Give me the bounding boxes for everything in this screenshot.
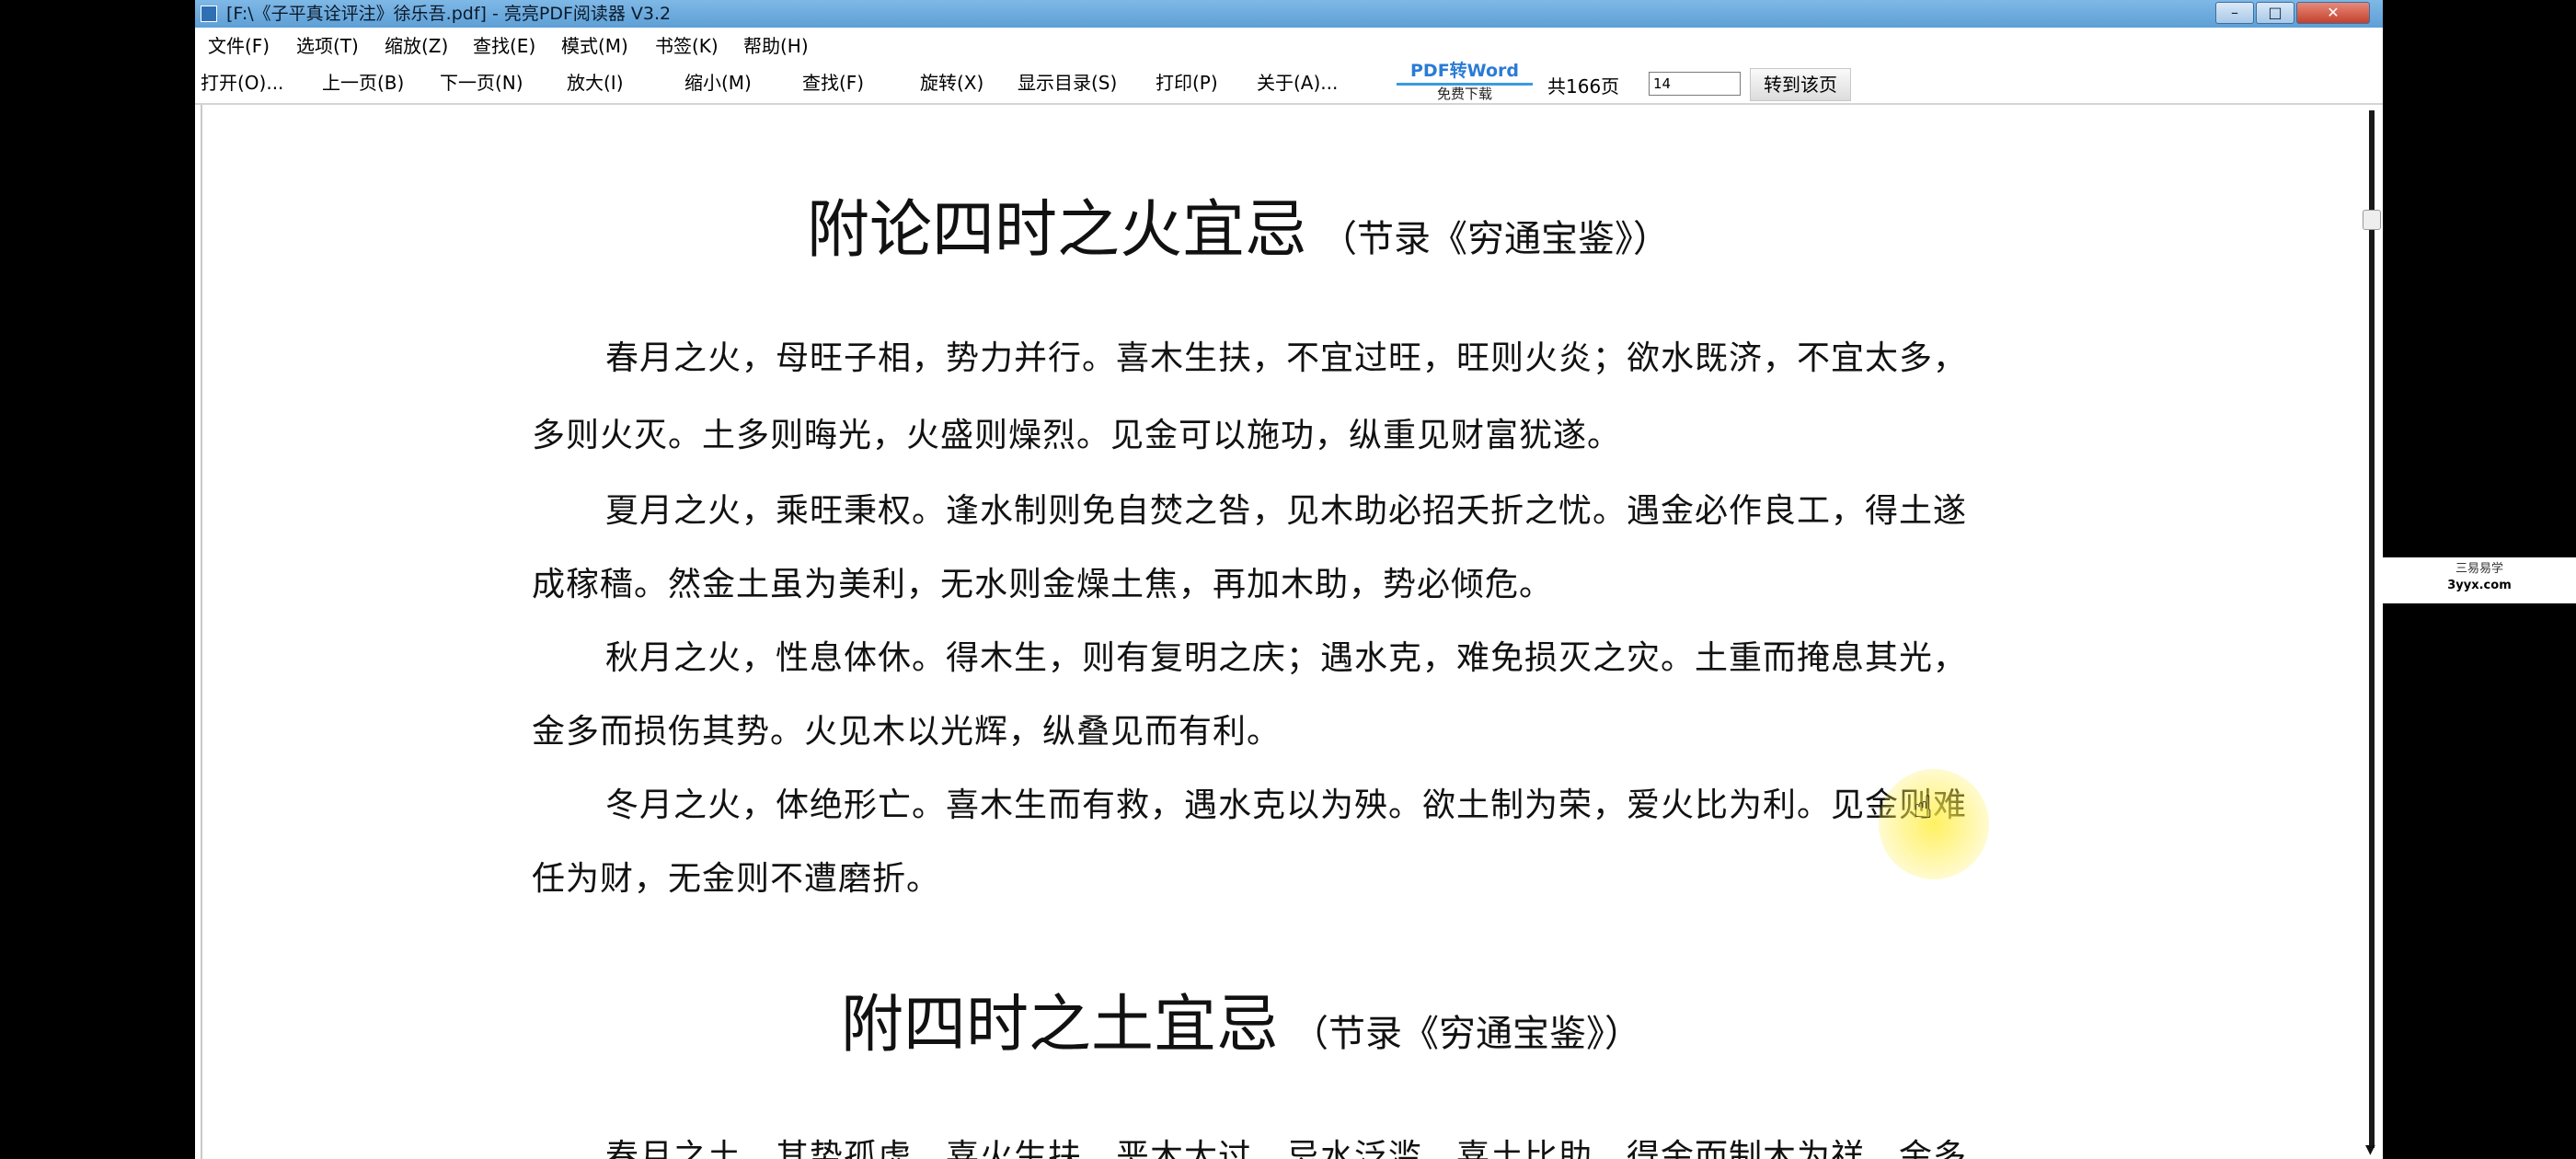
prev-page-button[interactable]: 上一页(B) <box>322 64 404 101</box>
menu-mode[interactable]: 模式(M) <box>561 29 628 63</box>
paragraph-line: 成稼穑。然金土虽为美利，无水则金燥土焦，再加木助，势必倾危。 <box>532 566 1554 603</box>
page-left-border <box>201 105 202 1159</box>
zoom-in-button[interactable]: 放大(I) <box>567 64 624 101</box>
pdf-to-word-button[interactable]: PDF转Word 免费下载 <box>1387 61 1542 107</box>
vertical-scrollbar[interactable]: ▼ <box>2361 105 2383 1159</box>
find-button[interactable]: 查找(F) <box>802 64 864 101</box>
minimize-button[interactable]: – <box>2215 2 2254 24</box>
menu-bar: 文件(F) 选项(T) 缩放(Z) 查找(E) 模式(M) 书签(K) 帮助(H… <box>195 29 2383 63</box>
paragraph-line: 春月之土，其势孤虚。喜火生扶，恶木太过，忌水泛滥，喜土比助。得金而制木为祥，金多 <box>605 1138 1968 1159</box>
page-number-input[interactable] <box>1649 72 1741 96</box>
next-page-button[interactable]: 下一页(N) <box>440 64 523 101</box>
app-icon <box>201 6 217 22</box>
pdf-to-word-label: PDF转Word <box>1410 61 1519 81</box>
hand-cursor-icon: ☝ <box>1914 789 1933 826</box>
heading-earth-subtitle: （节录《穷通宝鉴》） <box>1292 1013 1642 1055</box>
paragraph-line: 任为财，无金则不遭磨折。 <box>532 860 941 898</box>
scrollbar-track[interactable] <box>2369 110 2375 1148</box>
cursor-highlight <box>1879 769 1989 879</box>
paragraph-line: 春月之火，母旺子相，势力并行。喜木生扶，不宜过旺，旺则火炎；欲水既济，不宜太多， <box>605 339 1968 377</box>
watermark: 三易易学 3yyx.com <box>2383 557 2576 603</box>
close-button[interactable]: ✕ <box>2296 2 2370 24</box>
document-view[interactable]: 附论四时之火宜忌 （节录《穷通宝鉴》） 春月之火，母旺子相，势力并行。喜木生扶，不… <box>195 105 2361 1159</box>
paragraph-line: 秋月之火，性息体休。得木生，则有复明之庆；遇水克，难免损灭之灾。土重而掩息其光， <box>605 639 1968 677</box>
paragraph-line: 多则火灭。土多则晦光，火盛则燥烈。见金可以施功，纵重见财富犹遂。 <box>532 417 1622 454</box>
free-download-label: 免费下载 <box>1436 86 1492 102</box>
paragraph-line: 冬月之火，体绝形亡。喜木生而有救，遇水克以为殃。欲土制为荣，爱火比为利。见金则难 <box>605 786 1968 824</box>
pdf-reader-window: [F:\《子平真诠评注》徐乐吾.pdf] - 亮亮PDF阅读器 V3.2 – □… <box>195 0 2383 1159</box>
show-toc-button[interactable]: 显示目录(S) <box>1018 64 1117 101</box>
section-heading-earth: 附四时之土宜忌 （节录《穷通宝鉴》） <box>841 973 1641 1064</box>
maximize-button[interactable]: □ <box>2256 2 2294 24</box>
menu-file[interactable]: 文件(F) <box>208 29 270 63</box>
zoom-out-button[interactable]: 缩小(M) <box>684 64 752 101</box>
heading-fire-title: 附论四时之火宜忌 <box>807 194 1308 267</box>
title-bar[interactable]: [F:\《子平真诠评注》徐乐吾.pdf] - 亮亮PDF阅读器 V3.2 – □… <box>195 0 2383 28</box>
print-button[interactable]: 打印(P) <box>1156 64 1218 101</box>
heading-earth-title: 附四时之土宜忌 <box>841 989 1280 1061</box>
about-button[interactable]: 关于(A)... <box>1257 64 1338 101</box>
menu-help[interactable]: 帮助(H) <box>743 29 809 63</box>
goto-page-button[interactable]: 转到该页 <box>1750 68 1851 101</box>
paragraph-line: 金多而损伤其势。火见木以光辉，纵叠见而有利。 <box>532 713 1282 751</box>
menu-bookmarks[interactable]: 书签(K) <box>655 29 719 63</box>
paragraph-line: 夏月之火，乘旺秉权。逢水制则免自焚之咎，见木助必招夭折之忧。遇金必作良工，得土遂 <box>605 492 1968 530</box>
toolbar: 打开(O)... 上一页(B) 下一页(N) 放大(I) 缩小(M) 查找(F)… <box>195 64 2383 101</box>
watermark-site: 3yyx.com <box>2447 579 2512 593</box>
open-button[interactable]: 打开(O)... <box>201 64 283 101</box>
menu-options[interactable]: 选项(T) <box>296 29 359 63</box>
heading-fire-subtitle: （节录《穷通宝鉴》） <box>1320 218 1671 260</box>
rotate-button[interactable]: 旋转(X) <box>920 64 983 101</box>
watermark-top: 三易易学 <box>2455 562 2503 576</box>
scroll-down-arrow-icon[interactable]: ▼ <box>2365 1142 2375 1157</box>
total-pages-label: 共166页 <box>1547 75 1620 98</box>
side-handle-icon <box>2363 210 2381 230</box>
menu-find[interactable]: 查找(E) <box>473 29 535 63</box>
window-title: [F:\《子平真诠评注》徐乐吾.pdf] - 亮亮PDF阅读器 V3.2 <box>226 4 672 24</box>
menu-zoom[interactable]: 缩放(Z) <box>385 29 448 63</box>
section-heading-fire: 附论四时之火宜忌 （节录《穷通宝鉴》） <box>807 178 1670 270</box>
